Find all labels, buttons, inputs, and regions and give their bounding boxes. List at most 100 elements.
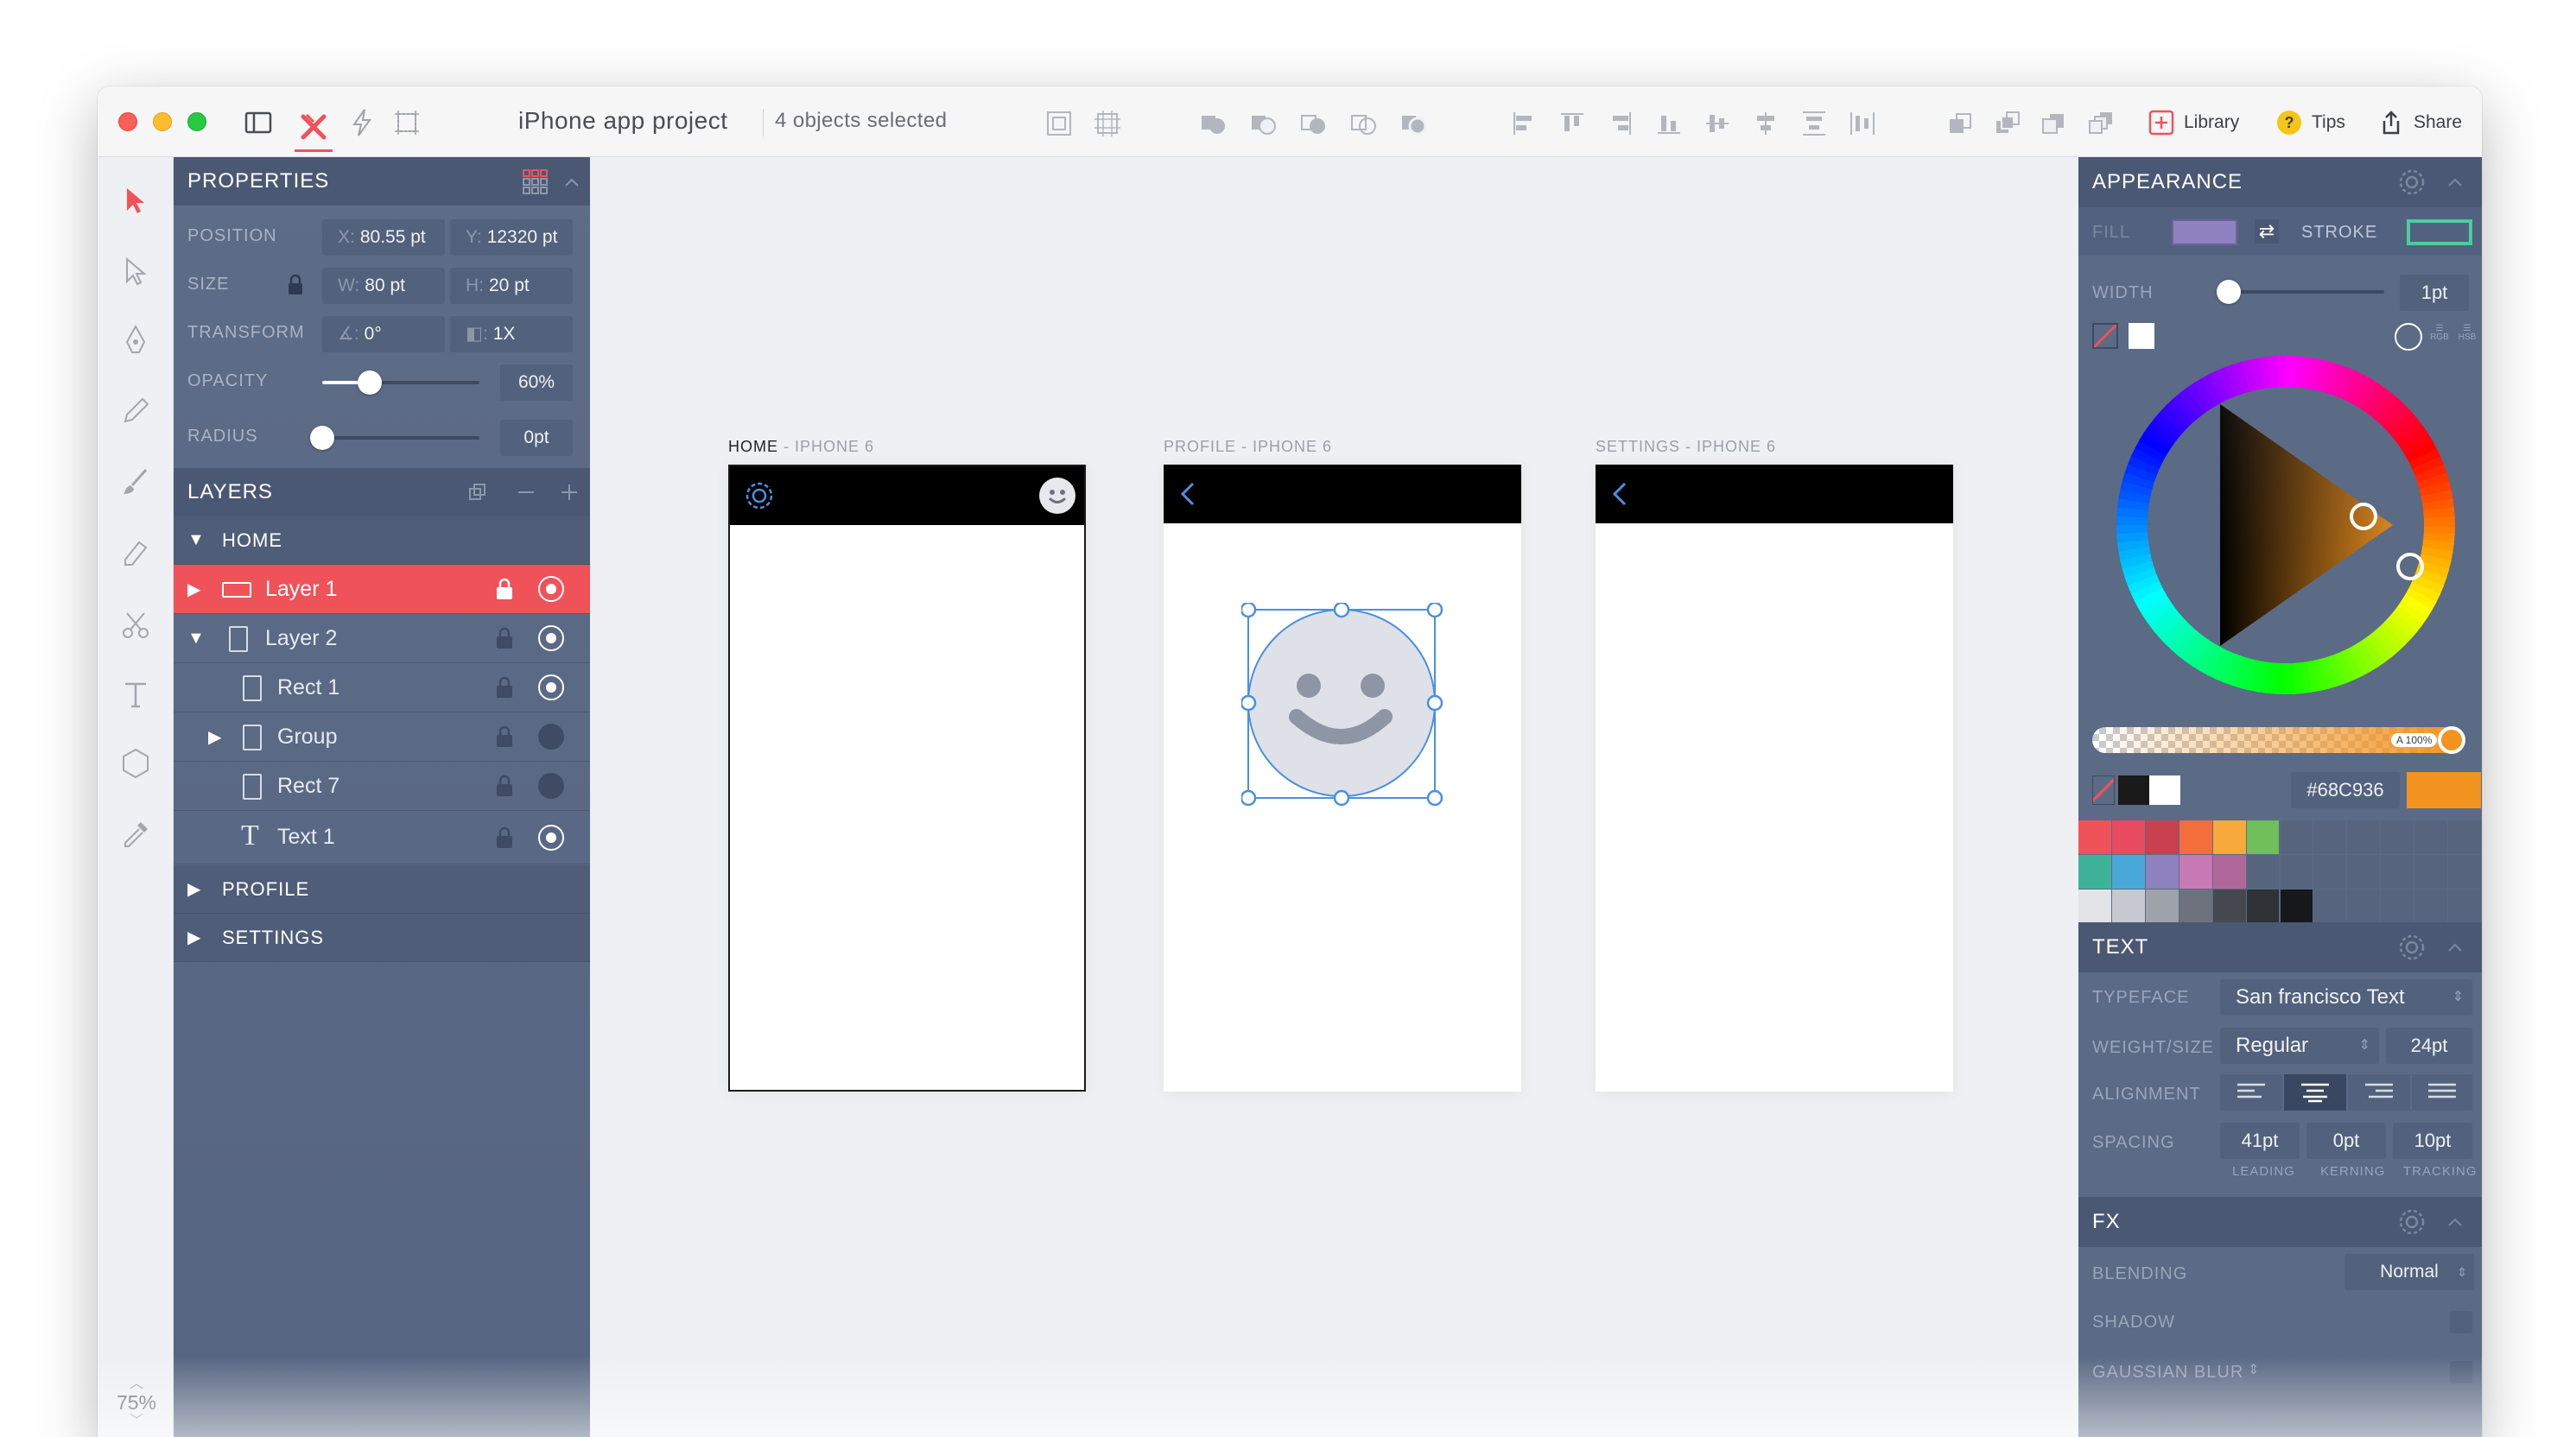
collapse-chevron-icon[interactable]	[2446, 938, 2465, 957]
expand-triangle-icon[interactable]: ▶	[187, 579, 200, 600]
layer-row[interactable]: Rect 1	[174, 663, 590, 712]
collapse-chevron-icon[interactable]	[562, 173, 581, 192]
palette-swatch[interactable]	[2111, 820, 2145, 854]
layer-row[interactable]: Rect 7	[174, 762, 590, 811]
palette-swatch[interactable]	[2313, 889, 2347, 923]
layer-row[interactable]: T Text 1	[174, 811, 590, 864]
palette-swatch[interactable]	[2246, 855, 2280, 889]
palette-swatch[interactable]	[2212, 855, 2246, 889]
palette-swatch[interactable]	[2111, 855, 2145, 889]
brush-tool-icon[interactable]	[117, 463, 155, 501]
sidebar-toggle-icon[interactable]	[239, 104, 277, 142]
stroke-swatch[interactable]	[2407, 219, 2472, 245]
artboard-label-profile[interactable]: PROFILE - IPHONE 6	[1164, 438, 1332, 456]
no-color-swatch[interactable]	[2092, 775, 2115, 805]
union-icon[interactable]	[1196, 107, 1229, 140]
send-to-back-icon[interactable]	[2084, 107, 2117, 140]
expand-triangle-icon[interactable]: ▼	[187, 530, 206, 550]
palette-swatch[interactable]	[2280, 855, 2313, 889]
polygon-tool-icon[interactable]	[117, 744, 155, 782]
palette-swatch[interactable]	[2212, 820, 2246, 854]
palette-swatch[interactable]	[2448, 820, 2481, 854]
exclude-icon[interactable]	[1347, 107, 1380, 140]
palette-swatch[interactable]	[2347, 889, 2381, 923]
collapse-chevron-icon[interactable]	[2446, 1212, 2465, 1231]
palette-swatch[interactable]	[2246, 889, 2280, 923]
radius-slider-knob[interactable]	[310, 426, 334, 450]
width-slider-track[interactable]	[2224, 290, 2384, 294]
palette-swatch[interactable]	[2414, 889, 2448, 923]
color-wheel[interactable]	[2113, 356, 2467, 710]
kerning-field[interactable]: 0pt	[2306, 1123, 2386, 1159]
alpha-slider[interactable]: A 100%	[2092, 726, 2465, 754]
layer-group-settings[interactable]: ▶ SETTINGS	[174, 914, 590, 962]
smiley-avatar-icon[interactable]	[1039, 478, 1075, 514]
current-color-swatch[interactable]	[2407, 772, 2481, 808]
visibility-toggle-icon[interactable]	[538, 576, 564, 602]
expand-triangle-icon[interactable]: ▶	[187, 927, 201, 948]
align-left-icon[interactable]	[1507, 107, 1540, 140]
tracking-field[interactable]: 10pt	[2393, 1123, 2472, 1159]
align-bottom-icon[interactable]	[1653, 107, 1685, 140]
radius-field[interactable]: 0pt	[500, 420, 573, 456]
fill-swatch[interactable]	[2172, 219, 2237, 245]
remove-layer-icon[interactable]	[516, 482, 536, 503]
settings-gear-icon[interactable]	[742, 478, 777, 513]
hsb-mode-icon[interactable]: ☰ HSB	[2455, 325, 2479, 351]
tips-button[interactable]: ? Tips	[2275, 105, 2345, 140]
bring-forward-icon[interactable]	[1945, 107, 1977, 140]
visibility-toggle-icon[interactable]	[538, 825, 564, 851]
align-center-horizontal-icon[interactable]	[1749, 107, 1782, 140]
leading-field[interactable]: 41pt	[2220, 1123, 2300, 1159]
position-y-field[interactable]: Y: 12320 pt	[450, 219, 573, 256]
lock-icon[interactable]	[493, 674, 516, 700]
lock-icon[interactable]	[493, 825, 516, 851]
pen-tool-icon[interactable]	[117, 321, 155, 359]
layer-group-home[interactable]: ▼ HOME	[174, 516, 590, 565]
visibility-toggle-icon[interactable]	[538, 625, 564, 651]
eyedropper-tool-icon[interactable]	[117, 815, 155, 853]
bring-to-front-icon[interactable]	[1991, 107, 2024, 140]
stroke-width-field[interactable]: 1pt	[2400, 275, 2469, 311]
subtract-icon[interactable]	[1247, 107, 1279, 140]
blending-select[interactable]: Normal ⇕	[2344, 1254, 2474, 1290]
opacity-field[interactable]: 60%	[500, 364, 573, 401]
share-button[interactable]: Share	[2377, 105, 2462, 140]
pencil-tool-icon[interactable]	[117, 392, 155, 430]
align-right-icon[interactable]	[1604, 107, 1637, 140]
shadow-checkbox[interactable]	[2450, 1311, 2472, 1333]
swap-fill-stroke-icon[interactable]: ⇄	[2255, 219, 2279, 244]
layer-row[interactable]: ▼ Layer 2	[174, 614, 590, 663]
artboard-label-home[interactable]: HOME - IPHONE 6	[728, 438, 874, 456]
zoom-control[interactable]: ︿ 75% ﹀	[106, 1377, 167, 1428]
layer-row[interactable]: ▶ Group	[174, 712, 590, 762]
palette-swatch[interactable]	[2145, 855, 2179, 889]
radius-slider-track[interactable]	[322, 436, 479, 440]
intersect-icon[interactable]	[1297, 107, 1329, 140]
select-chevron-icon[interactable]: ⇕	[2248, 1361, 2259, 1378]
palette-swatch[interactable]	[2280, 889, 2313, 923]
close-window-button[interactable]	[118, 112, 137, 131]
height-field[interactable]: H: 20 pt	[450, 268, 573, 304]
lock-icon[interactable]	[493, 576, 516, 602]
black-swatch[interactable]	[2118, 775, 2149, 805]
back-chevron-icon[interactable]	[1608, 480, 1634, 508]
position-x-field[interactable]: X: 80.55 pt	[322, 219, 445, 256]
artboard-settings[interactable]	[1596, 465, 1953, 1092]
palette-swatch[interactable]	[2313, 820, 2347, 854]
palette-swatch[interactable]	[2111, 889, 2145, 923]
gaussian-blur-checkbox[interactable]	[2450, 1361, 2472, 1383]
align-center-vertical-icon[interactable]	[1701, 107, 1734, 140]
artboard-mode-icon[interactable]	[388, 104, 426, 142]
white-swatch[interactable]	[2149, 775, 2180, 805]
rotation-field[interactable]: ∡: 0°	[322, 316, 445, 352]
gear-icon[interactable]	[2397, 168, 2427, 197]
visibility-toggle-icon[interactable]	[538, 674, 564, 700]
text-tool-icon[interactable]	[117, 675, 155, 713]
gear-icon[interactable]	[2397, 933, 2427, 962]
canvas[interactable]: HOME - IPHONE 6 PROFILE - IPHONE 6 SETTI…	[590, 157, 2078, 1437]
artboard-home[interactable]	[728, 465, 1086, 1092]
layer-row[interactable]: ▶ Layer 1	[174, 565, 590, 614]
palette-swatch[interactable]	[2246, 820, 2280, 854]
align-center-text-button[interactable]	[2284, 1074, 2346, 1111]
